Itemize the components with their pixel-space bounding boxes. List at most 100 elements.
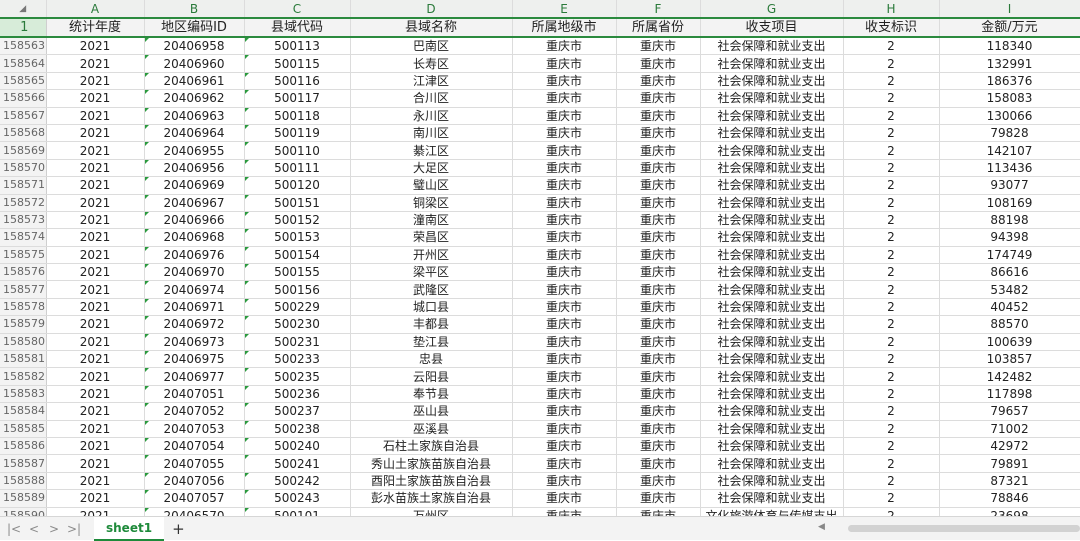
row-number[interactable]: 158568 xyxy=(0,124,47,143)
cell[interactable]: 53482 xyxy=(939,280,1080,299)
cell[interactable]: 2 xyxy=(843,176,940,195)
cell[interactable]: 186376 xyxy=(939,72,1080,91)
cell[interactable]: 重庆市 xyxy=(616,107,701,125)
cell[interactable]: 重庆市 xyxy=(512,228,617,247)
cell[interactable]: 重庆市 xyxy=(616,298,701,317)
cell[interactable]: 2021 xyxy=(46,211,145,230)
cell[interactable]: 20406955 xyxy=(144,141,245,160)
cell[interactable]: 社会保障和就业支出 xyxy=(700,437,844,456)
header-cell[interactable]: 收支项目 xyxy=(700,17,844,38)
cell[interactable]: 社会保障和就业支出 xyxy=(700,159,844,178)
cell[interactable]: 20406962 xyxy=(144,89,245,108)
cell[interactable]: 重庆市 xyxy=(512,507,617,516)
cell[interactable]: 142107 xyxy=(939,141,1080,160)
cell[interactable]: 重庆市 xyxy=(512,211,617,230)
cell[interactable]: 2 xyxy=(843,472,940,491)
cell[interactable]: 社会保障和就业支出 xyxy=(700,54,844,73)
row-number[interactable]: 158573 xyxy=(0,211,47,230)
cell[interactable]: 20406963 xyxy=(144,107,245,125)
cell[interactable]: 2021 xyxy=(46,124,145,143)
cell[interactable]: 2 xyxy=(843,141,940,160)
cell[interactable]: 重庆市 xyxy=(616,280,701,299)
cell[interactable]: 500237 xyxy=(244,402,351,421)
row-number[interactable]: 158569 xyxy=(0,141,47,160)
cell[interactable]: 500111 xyxy=(244,159,351,178)
cell[interactable]: 荣昌区 xyxy=(350,228,513,247)
cell[interactable]: 重庆市 xyxy=(616,367,701,386)
cell[interactable]: 2 xyxy=(843,159,940,178)
cell[interactable]: 重庆市 xyxy=(616,194,701,212)
cell[interactable]: 社会保障和就业支出 xyxy=(700,472,844,491)
cell[interactable]: 20406964 xyxy=(144,124,245,143)
cell[interactable]: 20407052 xyxy=(144,402,245,421)
cell[interactable]: 社会保障和就业支出 xyxy=(700,454,844,473)
cell[interactable]: 2021 xyxy=(46,507,145,516)
cell[interactable]: 20406976 xyxy=(144,246,245,265)
cell[interactable]: 20406973 xyxy=(144,333,245,352)
cell[interactable]: 2021 xyxy=(46,437,145,456)
cell[interactable]: 社会保障和就业支出 xyxy=(700,420,844,438)
cell[interactable]: 重庆市 xyxy=(616,211,701,230)
cell[interactable]: 79828 xyxy=(939,124,1080,143)
cell[interactable]: 78846 xyxy=(939,489,1080,508)
cell[interactable]: 社会保障和就业支出 xyxy=(700,315,844,334)
cell[interactable]: 2 xyxy=(843,194,940,212)
cell[interactable]: 重庆市 xyxy=(616,454,701,473)
cell[interactable]: 武隆区 xyxy=(350,280,513,299)
cell[interactable]: 城口县 xyxy=(350,298,513,317)
cell[interactable]: 大足区 xyxy=(350,159,513,178)
cell[interactable]: 130066 xyxy=(939,107,1080,125)
cell[interactable]: 重庆市 xyxy=(512,246,617,265)
cell[interactable]: 2021 xyxy=(46,385,145,404)
cell[interactable]: 500154 xyxy=(244,246,351,265)
cell[interactable]: 500120 xyxy=(244,176,351,195)
cell[interactable]: 108169 xyxy=(939,194,1080,212)
cell[interactable]: 酉阳土家族苗族自治县 xyxy=(350,472,513,491)
row-number[interactable]: 158572 xyxy=(0,194,47,212)
cell[interactable]: 社会保障和就业支出 xyxy=(700,385,844,404)
cell[interactable]: 500156 xyxy=(244,280,351,299)
cell[interactable]: 500242 xyxy=(244,472,351,491)
cell[interactable]: 2021 xyxy=(46,298,145,317)
row-number[interactable]: 158576 xyxy=(0,263,47,282)
row-number[interactable]: 158565 xyxy=(0,72,47,91)
cell[interactable]: 重庆市 xyxy=(512,194,617,212)
cell[interactable]: 社会保障和就业支出 xyxy=(700,280,844,299)
add-sheet-icon[interactable]: + xyxy=(172,520,185,538)
row-number[interactable]: 158578 xyxy=(0,298,47,317)
cell[interactable]: 20406969 xyxy=(144,176,245,195)
next-sheet-icon[interactable]: > xyxy=(44,522,64,536)
cell[interactable]: 20406956 xyxy=(144,159,245,178)
last-sheet-icon[interactable]: >| xyxy=(64,522,84,536)
cell[interactable]: 合川区 xyxy=(350,89,513,108)
cell[interactable]: 2021 xyxy=(46,159,145,178)
cell[interactable]: 重庆市 xyxy=(616,246,701,265)
cell[interactable]: 社会保障和就业支出 xyxy=(700,263,844,282)
cell[interactable]: 2 xyxy=(843,402,940,421)
cell[interactable]: 2021 xyxy=(46,350,145,369)
cell[interactable]: 社会保障和就业支出 xyxy=(700,489,844,508)
row-number[interactable]: 158575 xyxy=(0,246,47,265)
cell[interactable]: 社会保障和就业支出 xyxy=(700,89,844,108)
header-cell[interactable]: 所属省份 xyxy=(616,17,701,38)
cell[interactable]: 20406970 xyxy=(144,263,245,282)
column-header-i[interactable]: I xyxy=(939,0,1080,19)
cell[interactable]: 社会保障和就业支出 xyxy=(700,72,844,91)
cell[interactable]: 88198 xyxy=(939,211,1080,230)
cell[interactable]: 2021 xyxy=(46,472,145,491)
column-header-c[interactable]: C xyxy=(244,0,351,19)
cell[interactable]: 2 xyxy=(843,298,940,317)
cell[interactable]: 20406958 xyxy=(144,37,245,56)
cell[interactable]: 重庆市 xyxy=(512,402,617,421)
sheet-tab[interactable]: sheet1 xyxy=(94,516,165,541)
cell[interactable]: 重庆市 xyxy=(616,420,701,438)
cell[interactable]: 重庆市 xyxy=(512,333,617,352)
row-number[interactable]: 158579 xyxy=(0,315,47,334)
cell[interactable]: 2 xyxy=(843,507,940,516)
cell[interactable]: 丰都县 xyxy=(350,315,513,334)
cell[interactable]: 重庆市 xyxy=(512,437,617,456)
cell[interactable]: 重庆市 xyxy=(616,159,701,178)
cell[interactable]: 重庆市 xyxy=(616,333,701,352)
cell[interactable]: 璧山区 xyxy=(350,176,513,195)
cell[interactable]: 20406972 xyxy=(144,315,245,334)
